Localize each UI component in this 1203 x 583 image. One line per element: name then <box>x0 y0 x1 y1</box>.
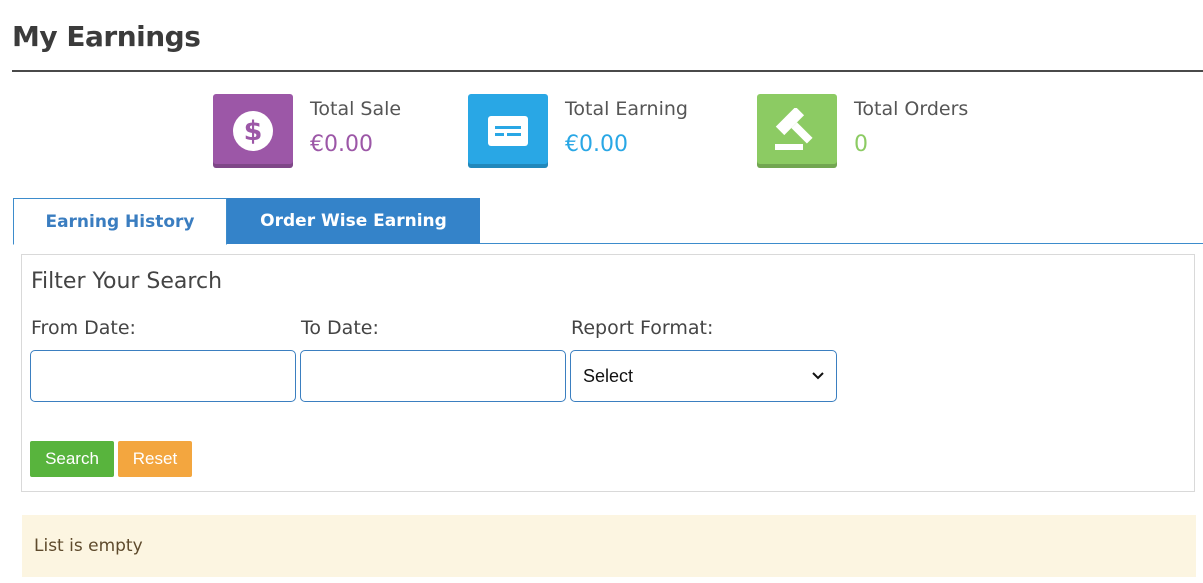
tab-order-wise-earning[interactable]: Order Wise Earning <box>227 198 480 244</box>
to-date-label: To Date: <box>301 317 379 339</box>
stat-label: Total Orders <box>854 98 969 120</box>
gavel-icon <box>757 94 837 168</box>
page-title: My Earnings <box>12 20 201 53</box>
stat-value: €0.00 <box>565 132 628 157</box>
from-date-input[interactable] <box>30 350 296 402</box>
stat-label: Total Earning <box>565 98 688 120</box>
credit-card-icon <box>468 94 548 168</box>
to-date-input[interactable] <box>300 350 566 402</box>
svg-text:$: $ <box>244 116 263 147</box>
reset-button[interactable]: Reset <box>118 441 192 477</box>
report-format-label: Report Format: <box>571 317 714 339</box>
stat-value: 0 <box>854 132 868 157</box>
tab-earning-history[interactable]: Earning History <box>13 198 227 245</box>
empty-list-message: List is empty <box>22 515 1196 577</box>
filter-panel: Filter Your Search From Date: To Date: R… <box>21 254 1195 492</box>
chevron-down-icon <box>812 372 824 380</box>
search-button[interactable]: Search <box>30 441 114 477</box>
title-divider <box>12 70 1203 72</box>
report-format-selected: Select <box>583 365 634 386</box>
stat-label: Total Sale <box>310 98 402 120</box>
filter-title: Filter Your Search <box>31 269 223 294</box>
report-format-select[interactable]: Select <box>570 350 837 402</box>
dollar-icon: $ <box>213 94 293 168</box>
stat-value: €0.00 <box>310 132 373 157</box>
from-date-label: From Date: <box>31 317 136 339</box>
